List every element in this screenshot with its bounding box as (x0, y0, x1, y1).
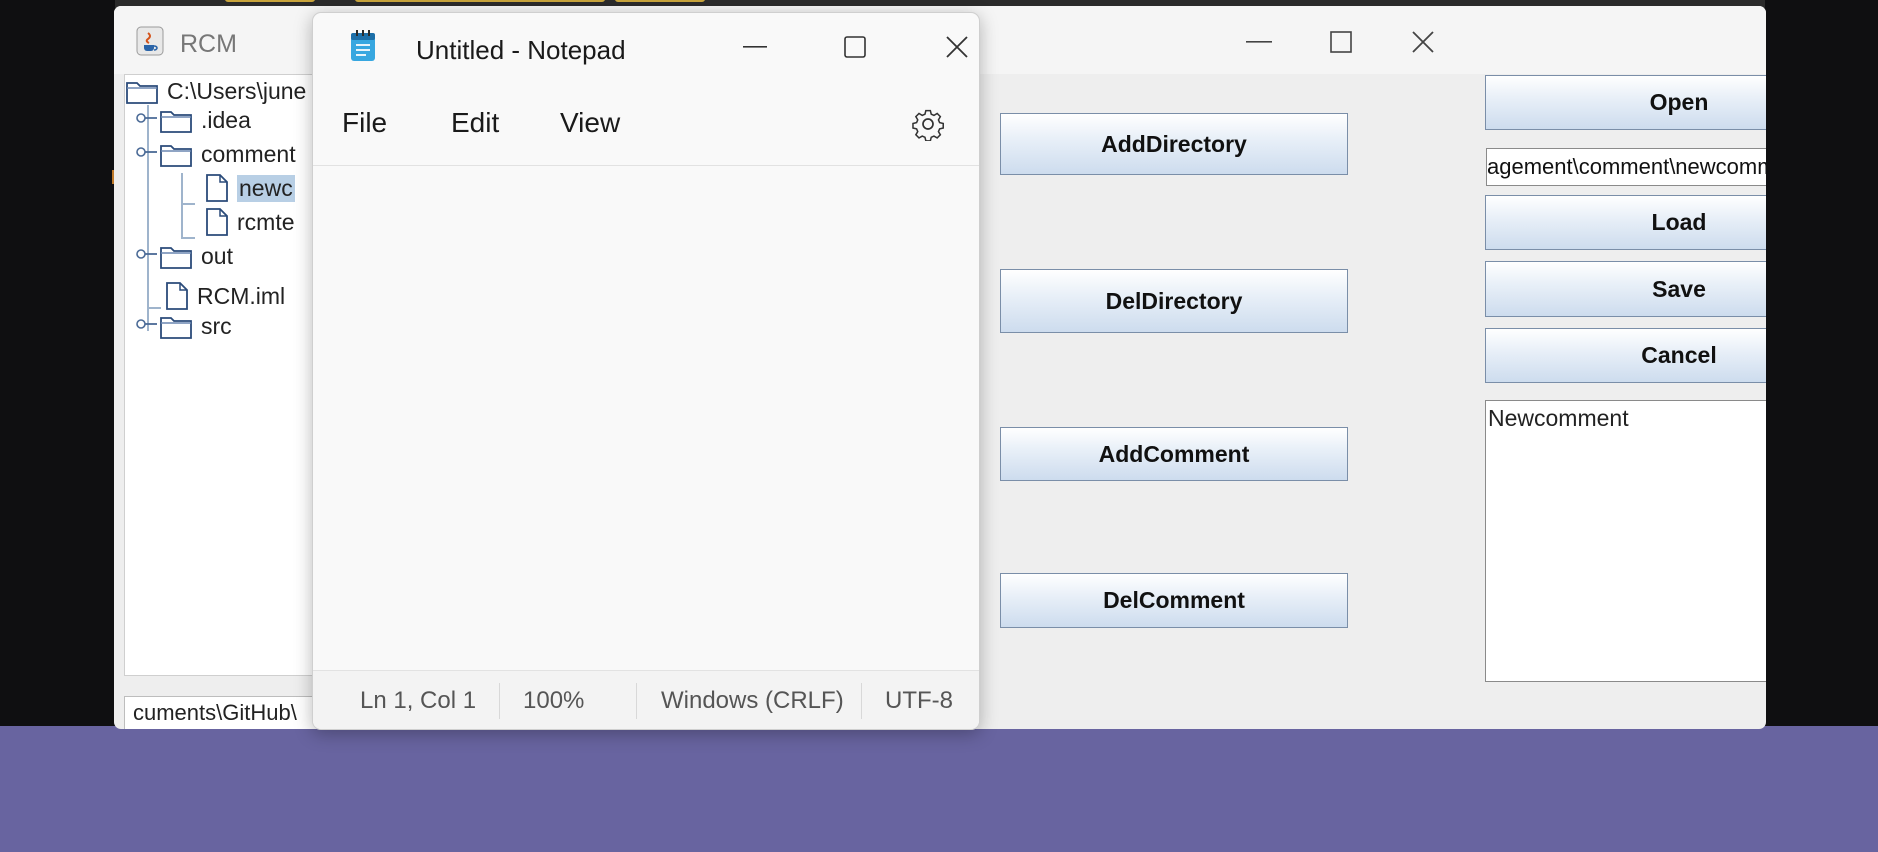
rcm-close-button[interactable] (1392, 20, 1454, 64)
settings-gear-icon[interactable] (911, 107, 945, 141)
zoom-level: 100% (523, 687, 585, 714)
code-token (355, 0, 605, 2)
tree-item-label: out (201, 242, 233, 269)
java-app-icon (136, 26, 164, 56)
close-icon (946, 36, 968, 58)
tree-item-src[interactable]: src (159, 309, 232, 343)
del-comment-button[interactable]: DelComment (1000, 573, 1348, 628)
code-token (615, 0, 705, 2)
file-path-input[interactable]: agement\comment\newcomment.t (1486, 148, 1766, 186)
folder-icon (126, 82, 158, 104)
cursor-position: Ln 1, Col 1 (360, 687, 477, 714)
folder-icon (160, 111, 192, 133)
notepad-minimize-button[interactable] (725, 27, 785, 67)
save-button[interactable]: Save (1485, 261, 1766, 317)
minimize-icon (1246, 41, 1272, 43)
tree-item-label: .idea (201, 106, 251, 133)
tree-item-newcomment[interactable]: newc (205, 171, 295, 205)
tree-line (181, 203, 195, 205)
menu-view[interactable]: View (560, 107, 620, 139)
menu-edit[interactable]: Edit (451, 107, 499, 139)
del-directory-button[interactable]: DelDirectory (1000, 269, 1348, 333)
tree-item-rcmtest[interactable]: rcmte (205, 205, 295, 239)
folder-icon (160, 317, 192, 339)
tree-item-label: newc (237, 174, 295, 202)
maximize-icon (1330, 31, 1352, 53)
tree-root-label: C:\Users\june (167, 77, 307, 104)
file-path-text: agement\comment\newcomment.t (1487, 154, 1766, 179)
cancel-button[interactable]: Cancel (1485, 328, 1766, 383)
notepad-window-title: Untitled - Notepad (416, 35, 626, 65)
close-icon (1412, 31, 1434, 53)
tree-line (147, 105, 149, 331)
notepad-text-editor[interactable] (313, 166, 979, 671)
rcm-minimize-button[interactable] (1228, 20, 1290, 64)
collapse-toggle-icon[interactable] (135, 145, 161, 159)
tree-item-rcm-iml[interactable]: RCM.iml (165, 279, 285, 313)
tree-item-label: RCM.iml (197, 282, 286, 309)
folder-icon (160, 145, 192, 167)
status-separator (636, 683, 637, 719)
notepad-app-icon (351, 30, 375, 61)
open-button[interactable]: Open (1485, 75, 1766, 130)
tree-item-idea[interactable]: .idea (159, 103, 251, 137)
notepad-status-bar: Ln 1, Col 1 100% Windows (CRLF) UTF-8 (313, 670, 979, 729)
encoding: UTF-8 (885, 687, 953, 714)
tree-line (181, 173, 183, 239)
expand-toggle-icon[interactable] (135, 247, 161, 261)
code-token (225, 0, 315, 2)
menu-file[interactable]: File (342, 107, 387, 139)
maximize-icon (844, 36, 866, 58)
line-ending: Windows (CRLF) (661, 687, 844, 714)
folder-icon (160, 247, 192, 269)
minimize-icon (743, 46, 767, 48)
load-button[interactable]: Load (1485, 195, 1766, 250)
tree-item-out[interactable]: out (159, 239, 233, 273)
tree-item-label: comment (201, 140, 296, 167)
status-separator (499, 683, 500, 719)
tree-item-label: src (201, 312, 232, 339)
tree-item-label: rcmte (237, 208, 295, 235)
notepad-window: Untitled - Notepad File Edit View Ln 1, … (312, 12, 980, 730)
rcm-window-title: RCM (180, 30, 237, 58)
status-separator (861, 683, 862, 719)
expand-toggle-icon[interactable] (135, 317, 161, 331)
rcm-maximize-button[interactable] (1310, 20, 1372, 64)
tree-item-comment[interactable]: comment (159, 137, 296, 171)
file-icon (206, 208, 228, 236)
file-icon (206, 174, 228, 202)
file-icon (166, 282, 188, 310)
notepad-maximize-button[interactable] (825, 27, 885, 67)
notepad-close-button[interactable] (927, 27, 979, 67)
add-directory-button[interactable]: AddDirectory (1000, 113, 1348, 175)
add-comment-button[interactable]: AddComment (1000, 427, 1348, 481)
expand-toggle-icon[interactable] (135, 111, 161, 125)
comment-text-area[interactable]: Newcomment (1485, 400, 1766, 682)
